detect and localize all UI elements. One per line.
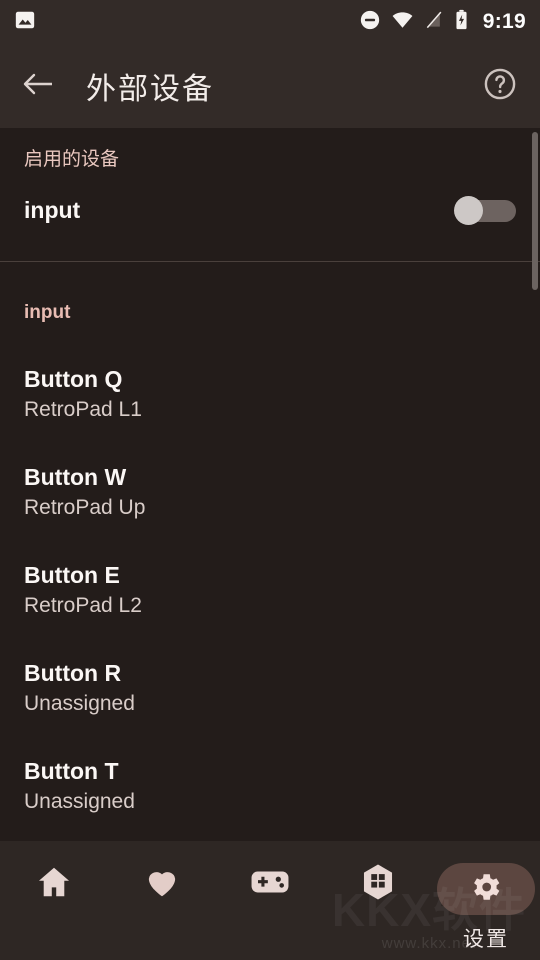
binding-button-label: Button R <box>24 660 122 686</box>
binding-row[interactable]: Button T Unassigned <box>0 740 540 814</box>
nav-item-home[interactable] <box>0 863 108 906</box>
app-bar: 外部设备 <box>0 44 540 128</box>
status-bar-clock: 9:19 <box>482 10 526 33</box>
wifi-icon <box>391 9 414 36</box>
binding-row[interactable]: Button E RetroPad L2 <box>0 544 540 618</box>
settings-scroll-area[interactable]: 启用的设备 input input Button Q RetroPad L1 B… <box>0 128 540 841</box>
binding-mapping-label: Unassigned <box>24 790 135 813</box>
nav-label-settings: 设置 <box>463 928 509 951</box>
binding-mapping-label: RetroPad L2 <box>24 594 142 617</box>
binding-mapping-label: RetroPad L1 <box>24 398 142 421</box>
image-icon <box>14 9 36 36</box>
gear-icon <box>469 870 503 909</box>
binding-button-label: Button Q <box>24 366 123 392</box>
nav-item-apps[interactable] <box>324 863 432 906</box>
hexagon-grid-icon <box>360 863 396 906</box>
status-bar: 9:19 <box>0 0 540 44</box>
do-not-disturb-icon <box>359 9 381 36</box>
toggle-thumb <box>454 196 483 225</box>
device-row-input[interactable]: input <box>0 171 540 249</box>
phone-screen: 9:19 外部设备 启用的设备 input input Button Q Ret… <box>0 0 540 960</box>
status-bar-left <box>14 9 36 36</box>
battery-charging-icon <box>454 9 469 36</box>
help-circle-icon[interactable] <box>482 66 518 107</box>
gamepad-icon <box>250 863 290 906</box>
binding-mapping-label: Unassigned <box>24 692 135 715</box>
no-signal-icon <box>424 9 444 36</box>
binding-row[interactable]: Button W RetroPad Up <box>0 446 540 520</box>
nav-item-games[interactable] <box>216 863 324 906</box>
binding-mapping-label: RetroPad Up <box>24 496 146 519</box>
back-arrow-icon[interactable] <box>22 69 56 104</box>
nav-item-settings[interactable]: 设置 <box>432 863 540 953</box>
section-header-input: input <box>24 302 71 323</box>
section-header-enabled-devices: 启用的设备 <box>24 149 120 170</box>
nav-item-favorites[interactable] <box>108 863 216 906</box>
binding-row[interactable]: Button R Unassigned <box>0 642 540 716</box>
vertical-scrollbar[interactable] <box>532 132 538 290</box>
settings-selected-pill <box>437 863 535 915</box>
binding-button-label: Button E <box>24 562 120 588</box>
status-bar-right: 9:19 <box>359 9 526 36</box>
device-enable-toggle[interactable] <box>454 196 516 225</box>
device-name: input <box>24 196 81 223</box>
binding-button-label: Button T <box>24 758 119 784</box>
binding-button-label: Button W <box>24 464 127 490</box>
bottom-navigation-bar: 设置 <box>0 841 540 960</box>
binding-row[interactable]: Button Q RetroPad L1 <box>0 348 540 422</box>
heart-icon <box>143 863 181 906</box>
home-icon <box>35 863 73 906</box>
page-title: 外部设备 <box>86 73 214 106</box>
